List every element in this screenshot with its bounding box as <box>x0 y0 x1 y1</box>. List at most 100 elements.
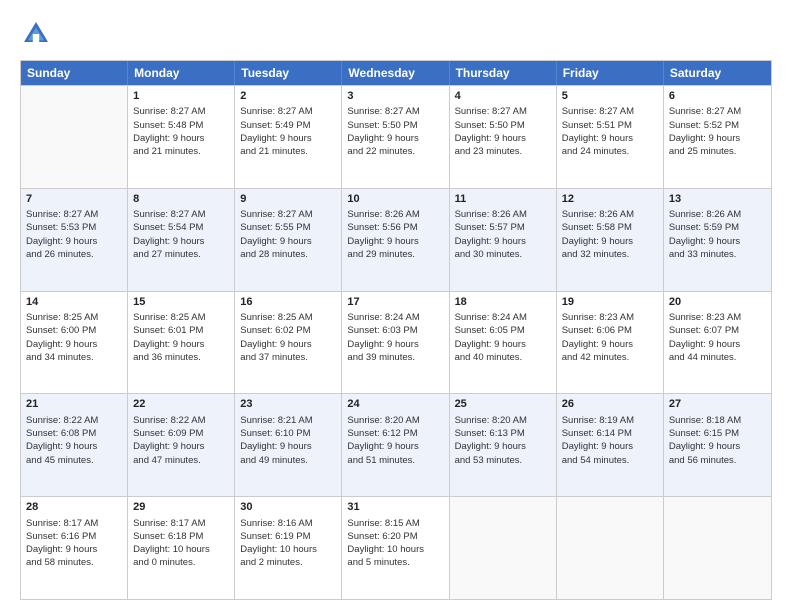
day-info-line: Sunset: 6:07 PM <box>669 324 766 337</box>
day-number: 30 <box>240 500 336 515</box>
day-info-line: and 37 minutes. <box>240 351 336 364</box>
day-cell-1: 1Sunrise: 8:27 AMSunset: 5:48 PMDaylight… <box>128 86 235 188</box>
empty-cell <box>450 497 557 599</box>
day-cell-31: 31Sunrise: 8:15 AMSunset: 6:20 PMDayligh… <box>342 497 449 599</box>
day-info-line: Sunset: 6:12 PM <box>347 427 443 440</box>
day-cell-29: 29Sunrise: 8:17 AMSunset: 6:18 PMDayligh… <box>128 497 235 599</box>
day-info-line: Daylight: 10 hours <box>347 543 443 556</box>
empty-cell <box>664 497 771 599</box>
day-info-line: Sunset: 6:00 PM <box>26 324 122 337</box>
day-info-line: and 23 minutes. <box>455 145 551 158</box>
day-number: 6 <box>669 89 766 104</box>
day-info-line: Daylight: 9 hours <box>133 338 229 351</box>
page: SundayMondayTuesdayWednesdayThursdayFrid… <box>0 0 792 612</box>
day-number: 11 <box>455 192 551 207</box>
logo-icon <box>20 18 52 50</box>
day-cell-18: 18Sunrise: 8:24 AMSunset: 6:05 PMDayligh… <box>450 292 557 394</box>
day-info-line: and 0 minutes. <box>133 556 229 569</box>
day-number: 29 <box>133 500 229 515</box>
day-number: 17 <box>347 295 443 310</box>
day-info-line: Sunset: 6:14 PM <box>562 427 658 440</box>
day-info-line: Sunset: 5:50 PM <box>347 119 443 132</box>
day-info-line: Sunrise: 8:25 AM <box>26 311 122 324</box>
day-info-line: Sunrise: 8:26 AM <box>562 208 658 221</box>
day-number: 20 <box>669 295 766 310</box>
day-info-line: Sunrise: 8:27 AM <box>562 105 658 118</box>
day-info-line: Daylight: 10 hours <box>133 543 229 556</box>
day-info-line: and 51 minutes. <box>347 454 443 467</box>
day-info-line: Daylight: 9 hours <box>347 338 443 351</box>
day-number: 12 <box>562 192 658 207</box>
day-info-line: Sunrise: 8:27 AM <box>455 105 551 118</box>
day-info-line: Sunrise: 8:24 AM <box>455 311 551 324</box>
day-info-line: Sunset: 5:58 PM <box>562 221 658 234</box>
day-number: 15 <box>133 295 229 310</box>
day-info-line: Daylight: 9 hours <box>562 235 658 248</box>
day-cell-19: 19Sunrise: 8:23 AMSunset: 6:06 PMDayligh… <box>557 292 664 394</box>
day-info-line: Daylight: 9 hours <box>133 235 229 248</box>
day-info-line: Daylight: 9 hours <box>669 338 766 351</box>
day-info-line: and 27 minutes. <box>133 248 229 261</box>
day-info-line: Sunset: 5:48 PM <box>133 119 229 132</box>
day-info-line: Daylight: 9 hours <box>26 543 122 556</box>
day-info-line: Sunrise: 8:19 AM <box>562 414 658 427</box>
day-info-line: Daylight: 9 hours <box>347 132 443 145</box>
day-info-line: Sunset: 6:02 PM <box>240 324 336 337</box>
day-cell-21: 21Sunrise: 8:22 AMSunset: 6:08 PMDayligh… <box>21 394 128 496</box>
day-number: 28 <box>26 500 122 515</box>
header-day-monday: Monday <box>128 61 235 85</box>
day-info-line: Daylight: 9 hours <box>26 440 122 453</box>
day-info-line: Daylight: 9 hours <box>455 440 551 453</box>
day-info-line: Sunset: 6:10 PM <box>240 427 336 440</box>
day-cell-25: 25 Sunrise: 8:20 AMSunset: 6:13 PMDayligh… <box>450 394 557 496</box>
calendar: SundayMondayTuesdayWednesdayThursdayFrid… <box>20 60 772 600</box>
day-number: 25 <box>455 397 551 412</box>
day-number: 7 <box>26 192 122 207</box>
day-info-line: Sunrise: 8:23 AM <box>669 311 766 324</box>
day-info-line: Sunset: 6:13 PM <box>455 427 551 440</box>
day-info-line: Sunset: 6:06 PM <box>562 324 658 337</box>
header-day-saturday: Saturday <box>664 61 771 85</box>
day-cell-6: 6Sunrise: 8:27 AMSunset: 5:52 PMDaylight… <box>664 86 771 188</box>
day-info-line: and 40 minutes. <box>455 351 551 364</box>
header-day-wednesday: Wednesday <box>342 61 449 85</box>
day-info-line: and 22 minutes. <box>347 145 443 158</box>
day-info-line: Sunset: 5:56 PM <box>347 221 443 234</box>
day-info-line: Sunrise: 8:20 AM <box>455 414 551 427</box>
day-info-line: Sunset: 5:50 PM <box>455 119 551 132</box>
day-cell-4: 4Sunrise: 8:27 AMSunset: 5:50 PMDaylight… <box>450 86 557 188</box>
day-info-line: and 5 minutes. <box>347 556 443 569</box>
day-info-line: Daylight: 9 hours <box>240 132 336 145</box>
day-number: 2 <box>240 89 336 104</box>
calendar-body: 1 Sunrise: 8:27 AM Sunset: 5:48 PM Daylight… <box>21 85 771 599</box>
day-cell-13: 13Sunrise: 8:26 AMSunset: 5:59 PMDayligh… <box>664 189 771 291</box>
day-info-line: and 53 minutes. <box>455 454 551 467</box>
day-info-line: Daylight: 9 hours <box>240 235 336 248</box>
day-number: 31 <box>347 500 443 515</box>
day-cell-27: 27Sunrise: 8:18 AMSunset: 6:15 PMDayligh… <box>664 394 771 496</box>
day-info-line: and 2 minutes. <box>240 556 336 569</box>
day-info-line: Daylight: 9 hours <box>669 235 766 248</box>
day-info-line: Sunset: 5:54 PM <box>133 221 229 234</box>
day-info-line: and 21 minutes. <box>240 145 336 158</box>
day-number: 1 <box>133 89 229 104</box>
day-number: 3 <box>347 89 443 104</box>
day-info-line: Sunrise: 8:22 AM <box>133 414 229 427</box>
day-info-line: Sunset: 6:16 PM <box>26 530 122 543</box>
day-info-line: and 30 minutes. <box>455 248 551 261</box>
day-cell-3: 3Sunrise: 8:27 AMSunset: 5:50 PMDaylight… <box>342 86 449 188</box>
day-info-line: Sunrise: 8:25 AM <box>133 311 229 324</box>
day-cell-5: 5Sunrise: 8:27 AMSunset: 5:51 PMDaylight… <box>557 86 664 188</box>
day-cell-7: 7Sunrise: 8:27 AMSunset: 5:53 PMDaylight… <box>21 189 128 291</box>
day-info-line: and 21 minutes. <box>133 145 229 158</box>
day-number: 22 <box>133 397 229 412</box>
header-day-tuesday: Tuesday <box>235 61 342 85</box>
day-info-line: Daylight: 9 hours <box>669 440 766 453</box>
day-info-line: Sunset: 5:49 PM <box>240 119 336 132</box>
header-day-sunday: Sunday <box>21 61 128 85</box>
day-info-line: Sunrise: 8:27 AM <box>133 208 229 221</box>
day-info-line: Sunrise: 8:27 AM <box>240 105 336 118</box>
day-info-line: and 39 minutes. <box>347 351 443 364</box>
day-cell-16: 16Sunrise: 8:25 AMSunset: 6:02 PMDayligh… <box>235 292 342 394</box>
day-info-line: and 32 minutes. <box>562 248 658 261</box>
